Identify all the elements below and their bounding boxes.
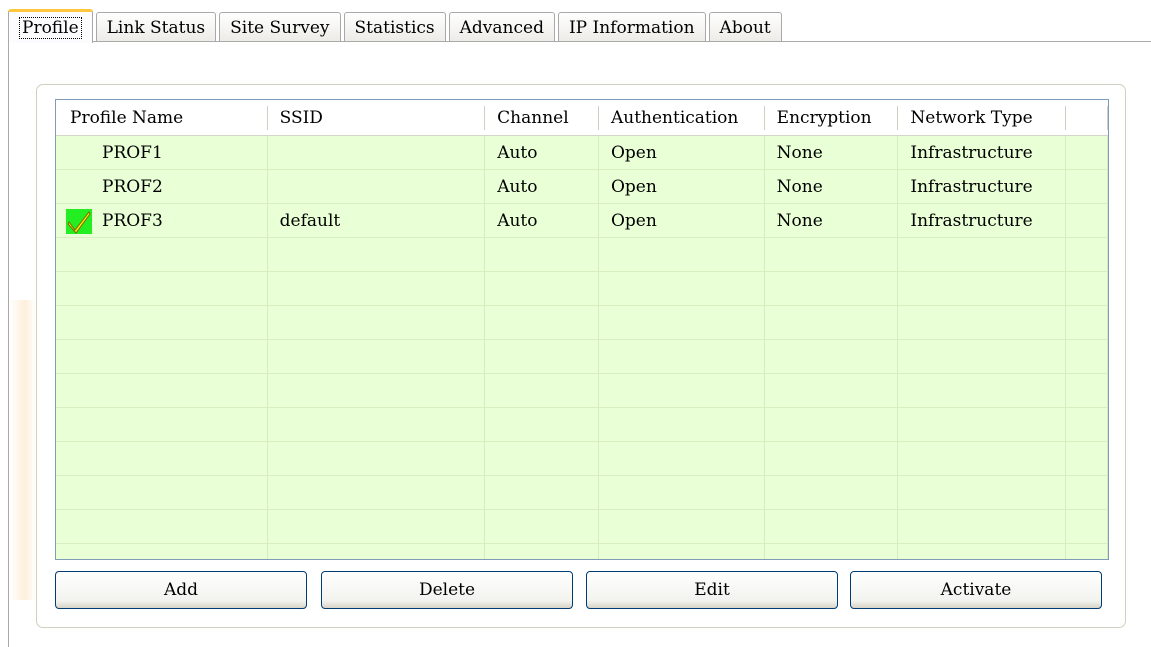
empty-row <box>56 476 1108 510</box>
column-header-ssid[interactable]: SSID <box>268 105 486 130</box>
column-header-spacer <box>1066 105 1108 130</box>
tab-profile[interactable]: Profile <box>8 9 93 43</box>
cell-channel: Auto <box>485 204 599 238</box>
cell-authentication: Open <box>599 136 765 170</box>
tab-site-survey[interactable]: Site Survey <box>219 12 341 42</box>
tab-link-status[interactable]: Link Status <box>95 12 217 42</box>
cell-encryption: None <box>765 204 899 238</box>
cell-profile-name: PROF1 <box>56 136 268 170</box>
cell-profile-name: PROF2 <box>56 170 268 204</box>
empty-row <box>56 374 1108 408</box>
cell-network-type: Infrastructure <box>898 170 1067 204</box>
empty-row <box>56 238 1108 272</box>
profile-name-text: PROF3 <box>102 211 163 231</box>
delete-button[interactable]: Delete <box>321 571 573 609</box>
empty-row <box>56 442 1108 476</box>
tab-label: Link Status <box>106 17 206 38</box>
cell-profile-name-active: PROF3 <box>56 204 268 238</box>
list-header: Profile Name SSID Channel Authentication… <box>56 100 1108 136</box>
tab-advanced[interactable]: Advanced <box>448 12 555 42</box>
table-row[interactable]: PROF1 Auto Open None Infrastructure <box>56 136 1108 170</box>
cell-ssid <box>268 170 486 204</box>
cell-network-type: Infrastructure <box>898 136 1067 170</box>
empty-row <box>56 544 1108 559</box>
tab-label: Advanced <box>459 17 544 38</box>
tab-label: Site Survey <box>230 17 330 38</box>
empty-row <box>56 340 1108 374</box>
cell-authentication: Open <box>599 170 765 204</box>
cell-network-type: Infrastructure <box>898 204 1067 238</box>
checkmark-icon <box>66 209 92 234</box>
tab-ip-information[interactable]: IP Information <box>557 12 706 42</box>
cell-channel: Auto <box>485 136 599 170</box>
edit-button[interactable]: Edit <box>586 571 838 609</box>
table-row[interactable]: PROF2 Auto Open None Infrastructure <box>56 170 1108 204</box>
column-header-profile-name[interactable]: Profile Name <box>56 105 268 130</box>
empty-row <box>56 272 1108 306</box>
table-row[interactable]: PROF3 default Auto Open None Infrastruct… <box>56 204 1108 238</box>
tab-bar: Profile Link Status Site Survey Statisti… <box>8 8 785 43</box>
empty-row <box>56 408 1108 442</box>
column-header-channel[interactable]: Channel <box>485 105 599 130</box>
cell-channel: Auto <box>485 170 599 204</box>
tab-label: About <box>719 17 771 38</box>
cell-spacer <box>1066 204 1108 238</box>
cell-authentication: Open <box>599 204 765 238</box>
tab-label: IP Information <box>568 17 695 38</box>
tab-label: Statistics <box>354 17 435 38</box>
empty-row <box>56 510 1108 544</box>
cell-spacer <box>1066 170 1108 204</box>
cell-spacer <box>1066 136 1108 170</box>
empty-row <box>56 306 1108 340</box>
cell-encryption: None <box>765 170 899 204</box>
tab-label: Profile <box>19 16 82 39</box>
profile-list[interactable]: Profile Name SSID Channel Authentication… <box>55 99 1109 560</box>
tab-about[interactable]: About <box>708 12 782 42</box>
profile-panel: Profile Name SSID Channel Authentication… <box>36 84 1126 628</box>
tab-statistics[interactable]: Statistics <box>343 12 446 42</box>
tab-divider <box>8 41 1151 42</box>
column-header-network-type[interactable]: Network Type <box>898 105 1067 130</box>
add-button[interactable]: Add <box>55 571 307 609</box>
column-header-authentication[interactable]: Authentication <box>599 105 765 130</box>
cell-ssid <box>268 136 486 170</box>
cell-encryption: None <box>765 136 899 170</box>
panel-shadow <box>9 300 36 600</box>
activate-button[interactable]: Activate <box>850 571 1102 609</box>
cell-ssid: default <box>268 204 486 238</box>
column-header-encryption[interactable]: Encryption <box>765 105 899 130</box>
